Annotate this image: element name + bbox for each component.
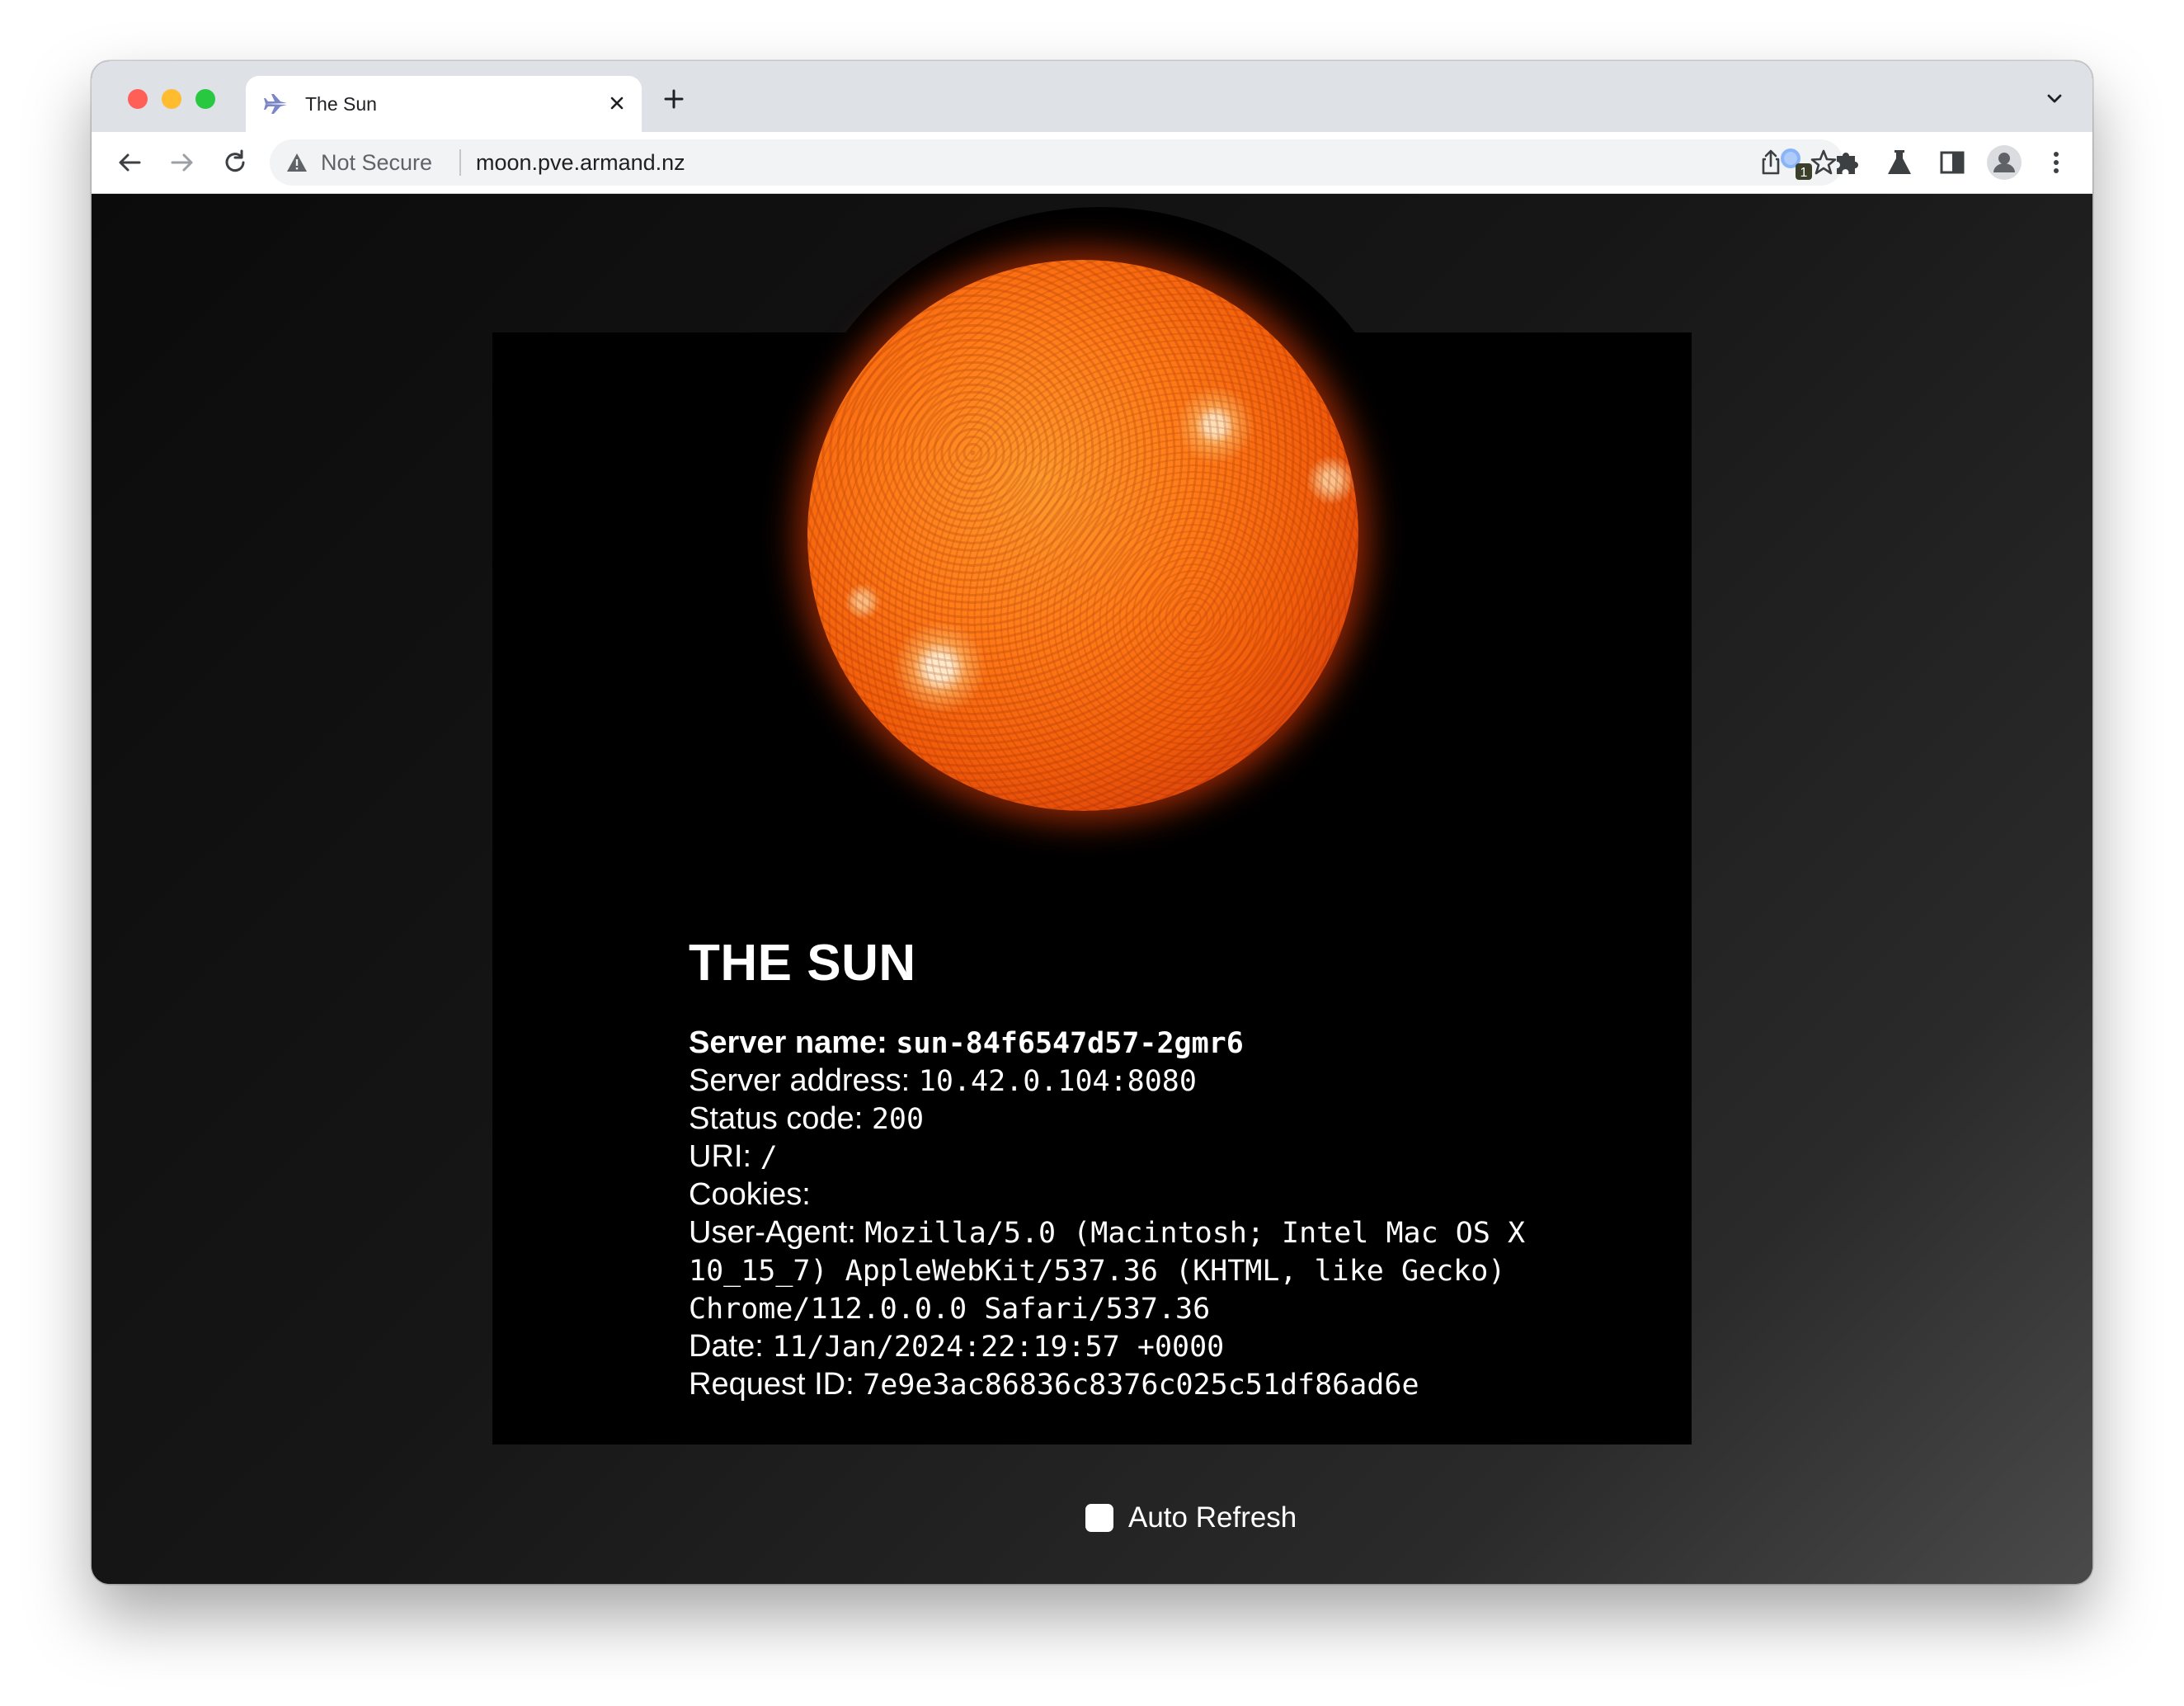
reload-icon[interactable] [219,146,252,179]
uri-value: / [760,1141,778,1174]
auto-refresh-checkbox[interactable] [1085,1504,1113,1532]
warning-triangle-icon[interactable] [286,153,308,172]
back-arrow-icon[interactable] [113,146,146,179]
cookies-label: Cookies: [689,1177,811,1212]
tab-search-chevron-icon[interactable] [2041,86,2068,112]
browser-window: The Sun Not Secure moon.pve.armand.nz 1 … [92,61,2092,1584]
forward-arrow-icon[interactable] [166,146,199,179]
profile-icon[interactable] [1985,144,2023,181]
server-address-label: Server address: [689,1063,911,1098]
labs-flask-icon[interactable] [1883,146,1916,179]
status-code-value: 200 [871,1103,925,1136]
server-name-value: sun-84f6547d57-2gmr6 [896,1027,1244,1060]
date-label: Date: [689,1329,764,1364]
date-row: Date: 11/Jan/2024:22:19:57 +0000 [689,1328,1678,1366]
tab-strip: The Sun [92,61,2092,132]
user-agent-row: User-Agent: Mozilla/5.0 (Macintosh; Inte… [689,1214,1637,1328]
puzzle-icon[interactable] [1830,146,1863,179]
cookies-row: Cookies: [689,1176,1678,1214]
request-id-value: 7e9e3ac86836c8376c025c51df86ad6e [863,1369,1419,1402]
address-bar[interactable]: Not Secure moon.pve.armand.nz [270,139,1843,186]
close-tab-icon[interactable] [604,90,630,116]
menu-dots-icon[interactable] [2040,146,2073,179]
tab-the-sun[interactable]: The Sun [246,76,642,132]
uri-label: URI: [689,1139,751,1174]
address-separator [459,149,461,176]
page-title: THE SUN [689,935,916,992]
side-panel-icon[interactable] [1936,146,1969,179]
status-code-row: Status code: 200 [689,1100,1678,1138]
server-address-value: 10.42.0.104:8080 [918,1065,1197,1098]
url-text[interactable]: moon.pve.armand.nz [476,150,685,175]
request-id-row: Request ID: 7e9e3ac86836c8376c025c51df86… [689,1366,1678,1404]
sun-image [807,260,1358,811]
status-code-label: Status code: [689,1101,864,1136]
minimize-window-button[interactable] [162,89,181,109]
maximize-window-button[interactable] [195,89,215,109]
server-info: THE SUN Server name: sun-84f6547d57-2gmr… [689,932,1678,1404]
server-address-row: Server address: 10.42.0.104:8080 [689,1063,1678,1100]
extension-icon[interactable]: 1 [1774,142,1814,181]
browser-toolbar: Not Secure moon.pve.armand.nz 1 [92,132,2092,194]
server-name-row: Server name: sun-84f6547d57-2gmr6 [689,1025,1678,1063]
auto-refresh-label[interactable]: Auto Refresh [1128,1501,1297,1534]
uri-row: URI: / [689,1138,1678,1176]
close-window-button[interactable] [128,89,148,109]
security-label[interactable]: Not Secure [321,150,432,175]
user-agent-label: User-Agent: [689,1215,856,1250]
server-name-label: Server name: [689,1025,887,1060]
request-id-label: Request ID: [689,1367,854,1402]
page-content: THE SUN Server name: sun-84f6547d57-2gmr… [92,194,2092,1584]
new-tab-icon[interactable] [661,86,687,112]
extension-badge: 1 [1800,166,1808,180]
date-value: 11/Jan/2024:22:19:57 +0000 [772,1331,1225,1364]
jet-plane-icon [264,94,287,114]
tab-title: The Sun [305,93,377,115]
